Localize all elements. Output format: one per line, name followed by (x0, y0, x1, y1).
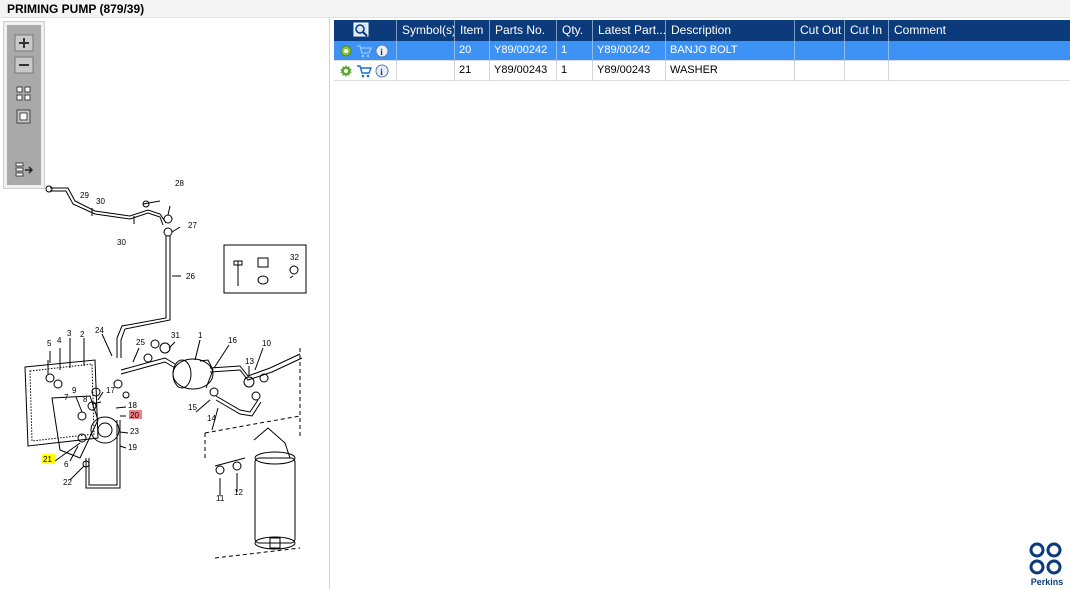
cut-in-cell (845, 61, 889, 81)
callout-30: 30 (96, 197, 105, 206)
callout-10: 10 (262, 339, 271, 348)
callout-9: 9 (72, 386, 77, 395)
callout-30b: 30 (117, 238, 126, 247)
header-view-icon-cell[interactable] (334, 20, 397, 41)
toolbox-panel (7, 25, 41, 185)
zoom-in-icon[interactable] (13, 33, 35, 53)
header-parts-no[interactable]: Parts No. (490, 20, 557, 41)
gear-icon[interactable] (339, 44, 353, 58)
header-item[interactable]: Item (455, 20, 490, 41)
qty-cell: 1 (557, 61, 593, 81)
description-cell: BANJO BOLT (666, 41, 795, 61)
callout-29: 29 (80, 191, 89, 200)
header-latest-part[interactable]: Latest Part... (593, 20, 666, 41)
perkins-logo: Perkins (1026, 541, 1068, 587)
cart-icon[interactable] (356, 64, 372, 78)
item-cell: 20 (455, 41, 490, 61)
callout-16: 16 (228, 336, 237, 345)
callout-23: 23 (130, 427, 139, 436)
fit-view-icon[interactable] (13, 84, 35, 104)
page-title: PRIMING PUMP (879/39) (7, 2, 145, 16)
callout-6: 6 (64, 460, 69, 469)
cut-in-cell (845, 41, 889, 61)
parts-grid: Symbol(s) Item Parts No. Qty. Latest Par… (334, 20, 1070, 589)
callout-25: 25 (136, 338, 145, 347)
header-cut-in[interactable]: Cut In (845, 20, 889, 41)
callout-13: 13 (245, 357, 254, 366)
actual-size-icon[interactable] (13, 107, 35, 127)
callout-14: 14 (207, 414, 216, 423)
part-no-cell[interactable]: Y89/00242 (490, 41, 557, 61)
callout-2: 2 (80, 330, 85, 339)
comment-cell (889, 41, 1070, 61)
magnifier-view-icon[interactable] (353, 22, 371, 38)
callout-17: 17 (106, 386, 115, 395)
header-symbols[interactable]: Symbol(s) (397, 20, 455, 41)
header-qty[interactable]: Qty. (557, 20, 593, 41)
info-icon[interactable]: i (375, 64, 389, 78)
logo-wordmark: Perkins (1030, 577, 1064, 587)
callout-3: 3 (67, 329, 72, 338)
callout-27: 27 (188, 221, 197, 230)
callout-31: 31 (171, 331, 180, 340)
exploded-diagram[interactable]: 29 30 28 27 30 26 32 24 3 2 5 4 25 31 1 … (0, 18, 330, 589)
zoom-out-icon[interactable] (13, 55, 35, 75)
row-actions-cell: i (334, 41, 397, 61)
callout-18: 18 (128, 401, 137, 410)
callout-5: 5 (47, 339, 52, 348)
info-icon[interactable]: i (375, 44, 389, 58)
list-export-icon[interactable] (13, 160, 35, 180)
callout-1: 1 (198, 331, 203, 340)
callout-12: 12 (234, 488, 243, 497)
callout-7: 7 (64, 393, 69, 402)
header-cut-out[interactable]: Cut Out (795, 20, 845, 41)
callout-11: 11 (216, 494, 225, 503)
callout-20[interactable]: 20 (130, 411, 139, 420)
comment-cell (889, 61, 1070, 81)
perkins-logo-mark (1029, 542, 1062, 575)
callout-26: 26 (186, 272, 195, 281)
latest-part-cell: Y89/00242 (593, 41, 666, 61)
description-cell: WASHER (666, 61, 795, 81)
callout-22: 22 (63, 478, 72, 487)
table-row[interactable]: i 20 Y89/00242 1 Y89/00242 BANJO BOLT (334, 41, 1070, 61)
callout-19: 19 (128, 443, 137, 452)
gear-icon[interactable] (339, 64, 353, 78)
symbols-cell (397, 61, 455, 81)
callout-15: 15 (188, 403, 197, 412)
qty-cell: 1 (557, 41, 593, 61)
cut-out-cell (795, 41, 845, 61)
cart-icon[interactable] (356, 44, 372, 58)
callout-4: 4 (57, 336, 62, 345)
callout-8: 8 (83, 395, 88, 404)
grid-header: Symbol(s) Item Parts No. Qty. Latest Par… (334, 20, 1070, 41)
header-comment[interactable]: Comment (889, 20, 1070, 41)
cut-out-cell (795, 61, 845, 81)
table-row[interactable]: i 21 Y89/00243 1 Y89/00243 WASHER (334, 61, 1070, 81)
title-bar: PRIMING PUMP (879/39) (0, 0, 1070, 18)
row-actions-cell: i (334, 61, 397, 81)
header-description[interactable]: Description (666, 20, 795, 41)
diagram-panel[interactable]: 29 30 28 27 30 26 32 24 3 2 5 4 25 31 1 … (0, 18, 330, 589)
callout-24: 24 (95, 326, 104, 335)
symbols-cell (397, 41, 455, 61)
callout-21[interactable]: 21 (43, 455, 52, 464)
item-cell: 21 (455, 61, 490, 81)
part-no-cell[interactable]: Y89/00243 (490, 61, 557, 81)
diagram-toolbox (3, 21, 45, 189)
callout-28: 28 (175, 179, 184, 188)
callout-32: 32 (290, 253, 299, 262)
latest-part-cell: Y89/00243 (593, 61, 666, 81)
